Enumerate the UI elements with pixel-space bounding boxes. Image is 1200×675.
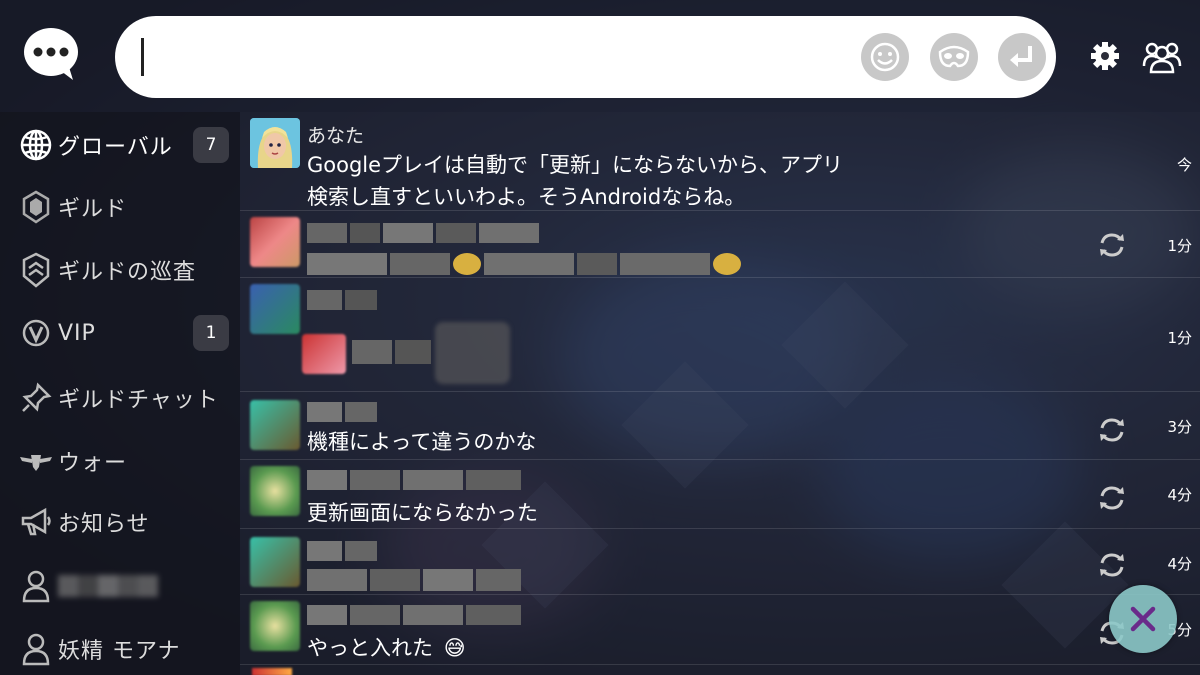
emoji-button[interactable] [861, 33, 909, 81]
translate-refresh-icon[interactable] [1097, 416, 1127, 444]
unread-badge: 7 [193, 127, 229, 163]
pin-icon [18, 380, 54, 416]
translate-refresh-icon[interactable] [1097, 484, 1127, 512]
translate-refresh-icon[interactable] [1097, 551, 1127, 579]
chat-message: 4分 [240, 529, 1200, 595]
person-icon [18, 568, 54, 604]
message-time: 1分 [1167, 237, 1192, 255]
chat-message-list[interactable]: あなた Googleプレイは自動で「更新」にならないから、アプリ 検索し直すとい… [240, 112, 1200, 675]
winged-crest-icon [18, 443, 54, 479]
pixelated-username [58, 575, 158, 597]
message-time: 4分 [1167, 555, 1192, 573]
text-caret [141, 38, 144, 76]
sidebar-item-label: グローバル [58, 135, 173, 160]
avatar [252, 668, 292, 675]
sidebar-item-private-chat[interactable] [0, 557, 240, 615]
close-chat-button[interactable] [1109, 585, 1177, 653]
pixelated-sender-name [307, 605, 521, 625]
pixelated-message-text [307, 569, 521, 591]
message-text: 検索し直すといいわよ。そうAndroidならね。 [307, 185, 746, 209]
chat-bubble-icon[interactable] [23, 27, 79, 81]
channel-sidebar: グローバル 7 ギルド ギルドの巡査 VIP 1 ギルドチャット ウォー お知ら… [0, 112, 240, 675]
sidebar-item-guild[interactable]: ギルド [0, 178, 240, 236]
sidebar-item-war[interactable]: ウォー [0, 432, 240, 490]
chat-top-bar [0, 0, 1200, 112]
message-text: やっと入れた 😅 [307, 632, 466, 664]
sidebar-item-label: ギルドの巡査 [58, 260, 197, 285]
message-text: 機種によって違うのかな [307, 430, 537, 454]
message-time: 3分 [1167, 418, 1192, 436]
sidebar-item-label: 妖精 モアナ [58, 639, 181, 664]
chat-message: やっと入れた 😅 5分 [240, 595, 1200, 665]
sidebar-item-label: ギルド [58, 197, 128, 222]
avatar[interactable] [250, 217, 300, 267]
sidebar-item-global[interactable]: グローバル 7 [0, 116, 240, 174]
chat-input-field[interactable] [115, 16, 1056, 98]
sidebar-item-guild-patrol[interactable]: ギルドの巡査 [0, 241, 240, 299]
sidebar-item-label: VIP [58, 320, 96, 346]
chat-message: 1分 [240, 211, 1200, 278]
avatar[interactable] [302, 334, 346, 374]
guild-shield-icon [18, 252, 54, 288]
avatar[interactable] [250, 400, 300, 450]
message-time: 4分 [1167, 486, 1192, 504]
friends-group-icon[interactable] [1141, 38, 1183, 74]
close-icon [1130, 606, 1156, 632]
unread-badge: 1 [193, 315, 229, 351]
send-button[interactable] [998, 33, 1046, 81]
avatar[interactable] [250, 601, 300, 651]
smiley-icon [870, 42, 900, 72]
sweat-smile-emoji: 😅 [443, 636, 466, 660]
pixelated-sender-name [307, 541, 377, 561]
chat-message: 1分 [240, 278, 1200, 392]
message-text: Googleプレイは自動で「更新」にならないから、アプリ [307, 153, 844, 177]
pixelated-message-text [307, 253, 767, 275]
gear-icon[interactable] [1088, 39, 1122, 73]
megaphone-icon [18, 504, 54, 540]
vip-icon [18, 315, 54, 351]
sidebar-item-guild-chat[interactable]: ギルドチャット [0, 369, 240, 427]
pixelated-message-bubble [435, 322, 510, 384]
chat-message: 機種によって違うのかな 3分 [240, 392, 1200, 460]
avatar[interactable] [250, 284, 300, 334]
sender-name: あなた [307, 125, 365, 147]
mask-icon [938, 45, 970, 68]
pixelated-sender-name [307, 402, 377, 422]
avatar[interactable] [250, 118, 300, 168]
sidebar-item-label: ウォー [58, 451, 128, 476]
sidebar-item-fairy-moana[interactable]: 妖精 モアナ [0, 620, 240, 675]
pixelated-sender-name [352, 340, 432, 364]
translate-refresh-icon[interactable] [1097, 231, 1127, 259]
person-icon [18, 631, 54, 667]
sidebar-item-label: ギルドチャット [58, 388, 219, 413]
guild-emblem-icon [18, 189, 54, 225]
message-text: 更新画面にならなかった [307, 501, 538, 525]
message-time: 1分 [1167, 329, 1192, 347]
chat-message: 更新画面にならなかった 4分 [240, 460, 1200, 529]
sidebar-item-label: お知らせ [58, 512, 150, 537]
pixelated-sender-name [307, 290, 377, 310]
avatar[interactable] [250, 466, 300, 516]
pixelated-sender-name [307, 223, 547, 243]
mask-button[interactable] [930, 33, 978, 81]
message-time: 今 [1176, 156, 1192, 174]
sidebar-item-announcements[interactable]: お知らせ [0, 493, 240, 551]
avatar[interactable] [250, 537, 300, 587]
sidebar-item-vip[interactable]: VIP 1 [0, 304, 240, 362]
message-text-body: やっと入れた [307, 636, 433, 660]
globe-icon [18, 127, 54, 163]
enter-arrow-icon [1010, 46, 1032, 67]
chat-text-input[interactable] [149, 34, 849, 80]
pixelated-sender-name [307, 470, 521, 490]
chat-message: あなた Googleプレイは自動で「更新」にならないから、アプリ 検索し直すとい… [240, 112, 1200, 211]
